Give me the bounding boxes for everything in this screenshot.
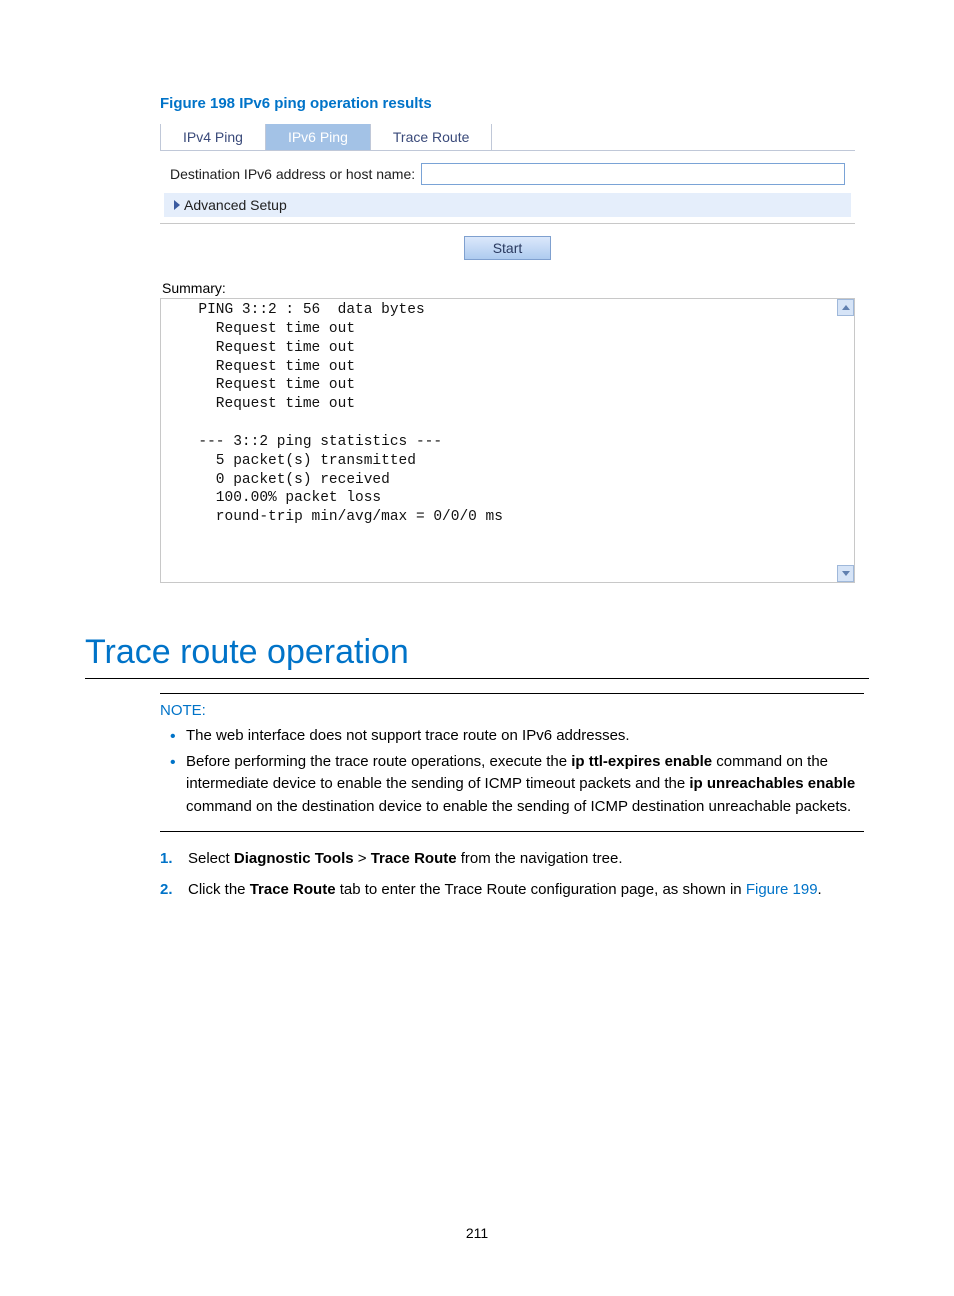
note-block: NOTE: The web interface does not support… <box>160 693 864 832</box>
page-number: 211 <box>0 1225 954 1241</box>
summary-text: PING 3::2 : 56 data bytes Request time o… <box>181 302 503 525</box>
step-1: 1. Select Diagnostic Tools > Trace Route… <box>160 848 869 871</box>
arrow-down-icon <box>842 571 850 576</box>
start-button[interactable]: Start <box>464 236 552 260</box>
section-rule <box>85 678 869 679</box>
step-1-number: 1. <box>160 848 188 871</box>
dest-input[interactable] <box>421 163 845 185</box>
note-label: NOTE: <box>160 702 864 719</box>
ping-screenshot: IPv4 Ping IPv6 Ping Trace Route Destinat… <box>160 124 864 583</box>
scroll-down-button[interactable] <box>837 565 854 582</box>
tab-ipv6-ping[interactable]: IPv6 Ping <box>266 124 371 150</box>
step-2: 2. Click the Trace Route tab to enter th… <box>160 879 869 902</box>
scroll-up-button[interactable] <box>837 299 854 316</box>
tab-trace-route[interactable]: Trace Route <box>371 124 493 150</box>
chevron-right-icon <box>174 200 180 210</box>
advanced-setup-label: Advanced Setup <box>184 197 287 213</box>
note-item-2: Before performing the trace route operat… <box>168 751 864 819</box>
advanced-setup-toggle[interactable]: Advanced Setup <box>164 193 851 217</box>
figure-199-link[interactable]: Figure 199 <box>746 881 818 898</box>
note-item-1: The web interface does not support trace… <box>168 725 864 748</box>
tab-ipv4-ping[interactable]: IPv4 Ping <box>160 124 266 150</box>
section-heading: Trace route operation <box>85 633 869 672</box>
dest-label: Destination IPv6 address or host name: <box>170 166 415 182</box>
tab-row: IPv4 Ping IPv6 Ping Trace Route <box>160 124 855 151</box>
summary-output: PING 3::2 : 56 data bytes Request time o… <box>160 298 855 583</box>
steps-list: 1. Select Diagnostic Tools > Trace Route… <box>160 848 869 901</box>
summary-label: Summary: <box>162 280 864 296</box>
arrow-up-icon <box>842 305 850 310</box>
step-2-number: 2. <box>160 879 188 902</box>
figure-caption: Figure 198 IPv6 ping operation results <box>160 95 869 112</box>
form-area: Destination IPv6 address or host name: A… <box>160 151 855 224</box>
